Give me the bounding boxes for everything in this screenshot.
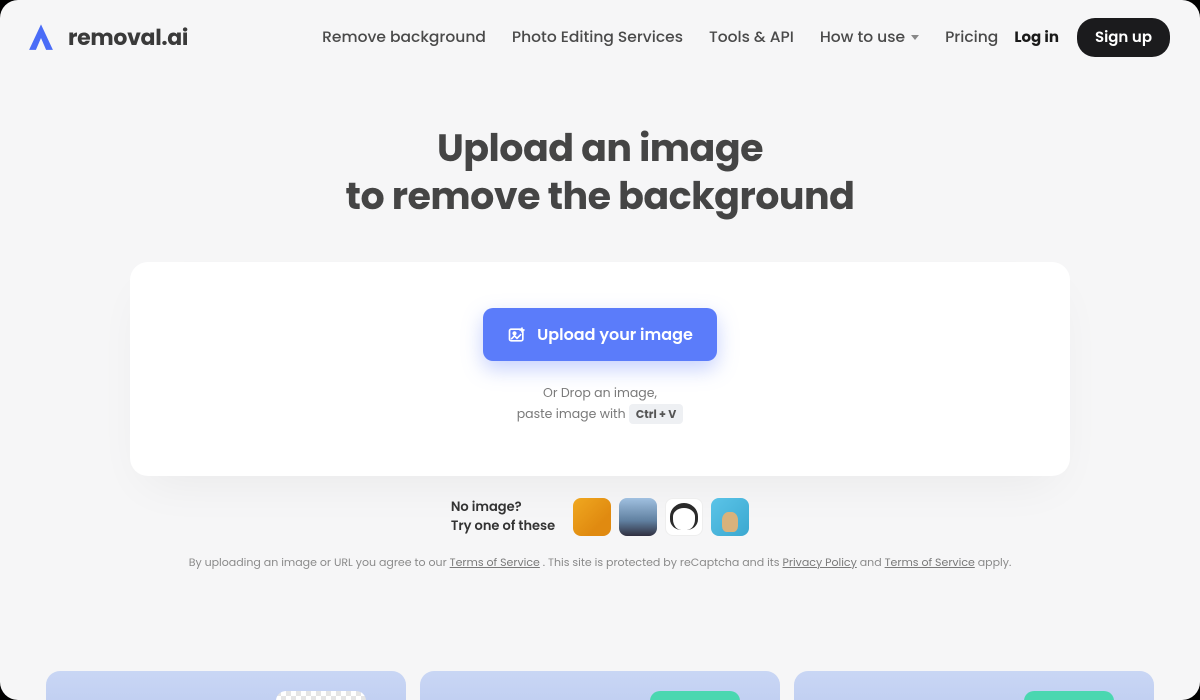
nav-tools-api[interactable]: Tools & API [709, 26, 794, 49]
hero-title: Upload an image to remove the background [0, 125, 1200, 220]
caret-down-icon [911, 35, 919, 40]
hero-title-line2: to remove the background [346, 170, 855, 223]
privacy-link[interactable]: Privacy Policy [782, 554, 856, 570]
legal-suffix: apply. [978, 554, 1012, 570]
main-nav: Remove background Photo Editing Services… [322, 26, 998, 49]
nav-photo-editing[interactable]: Photo Editing Services [512, 26, 683, 49]
sample-prompt-line1: No image? [451, 497, 522, 516]
legal-text: By uploading an image or URL you agree t… [0, 554, 1200, 571]
sample-thumbs [573, 498, 749, 536]
keyboard-shortcut: Ctrl + V [629, 404, 683, 424]
feature-card-1[interactable] [46, 671, 406, 700]
tos-link[interactable]: Terms of Service [450, 554, 540, 570]
upload-card[interactable]: Upload your image Or Drop an image, past… [130, 262, 1070, 476]
feature-cards [0, 671, 1200, 700]
legal-prefix: By uploading an image or URL you agree t… [189, 554, 450, 570]
signup-button[interactable]: Sign up [1077, 18, 1170, 57]
image-upload-icon [507, 325, 527, 345]
feature-card-3[interactable] [794, 671, 1154, 700]
nav-pricing[interactable]: Pricing [945, 26, 998, 49]
upload-button-label: Upload your image [537, 322, 693, 347]
sample-thumb-car[interactable] [619, 498, 657, 536]
auth-actions: Log in Sign up [1014, 18, 1170, 57]
legal-mid: . This site is protected by reCaptcha an… [543, 554, 783, 570]
drop-hint-line1: Or Drop an image, [543, 385, 657, 402]
logo-text: removal.ai [68, 21, 188, 54]
drop-hint-line2: paste image with [517, 406, 629, 423]
sample-prompt-line2: Try one of these [451, 516, 555, 535]
upload-button[interactable]: Upload your image [483, 308, 717, 361]
logo-icon [24, 21, 58, 55]
feature-card-2[interactable] [420, 671, 780, 700]
header: removal.ai Remove background Photo Editi… [0, 0, 1200, 75]
nav-remove-background[interactable]: Remove background [322, 26, 486, 49]
sample-thumb-person[interactable] [573, 498, 611, 536]
hero-title-line1: Upload an image [437, 122, 763, 175]
logo[interactable]: removal.ai [24, 21, 188, 55]
nav-how-to-use[interactable]: How to use [820, 26, 919, 49]
sample-prompt: No image? Try one of these [451, 498, 555, 534]
tos-link-2[interactable]: Terms of Service [885, 554, 975, 570]
sample-row: No image? Try one of these [0, 498, 1200, 536]
nav-how-to-use-label: How to use [820, 26, 905, 49]
sample-thumb-dog[interactable] [711, 498, 749, 536]
sample-thumb-headphones[interactable] [665, 498, 703, 536]
login-link[interactable]: Log in [1014, 26, 1059, 49]
hero: Upload an image to remove the background [0, 125, 1200, 220]
legal-and: and [860, 554, 885, 570]
drop-hint: Or Drop an image, paste image with Ctrl … [130, 383, 1070, 426]
